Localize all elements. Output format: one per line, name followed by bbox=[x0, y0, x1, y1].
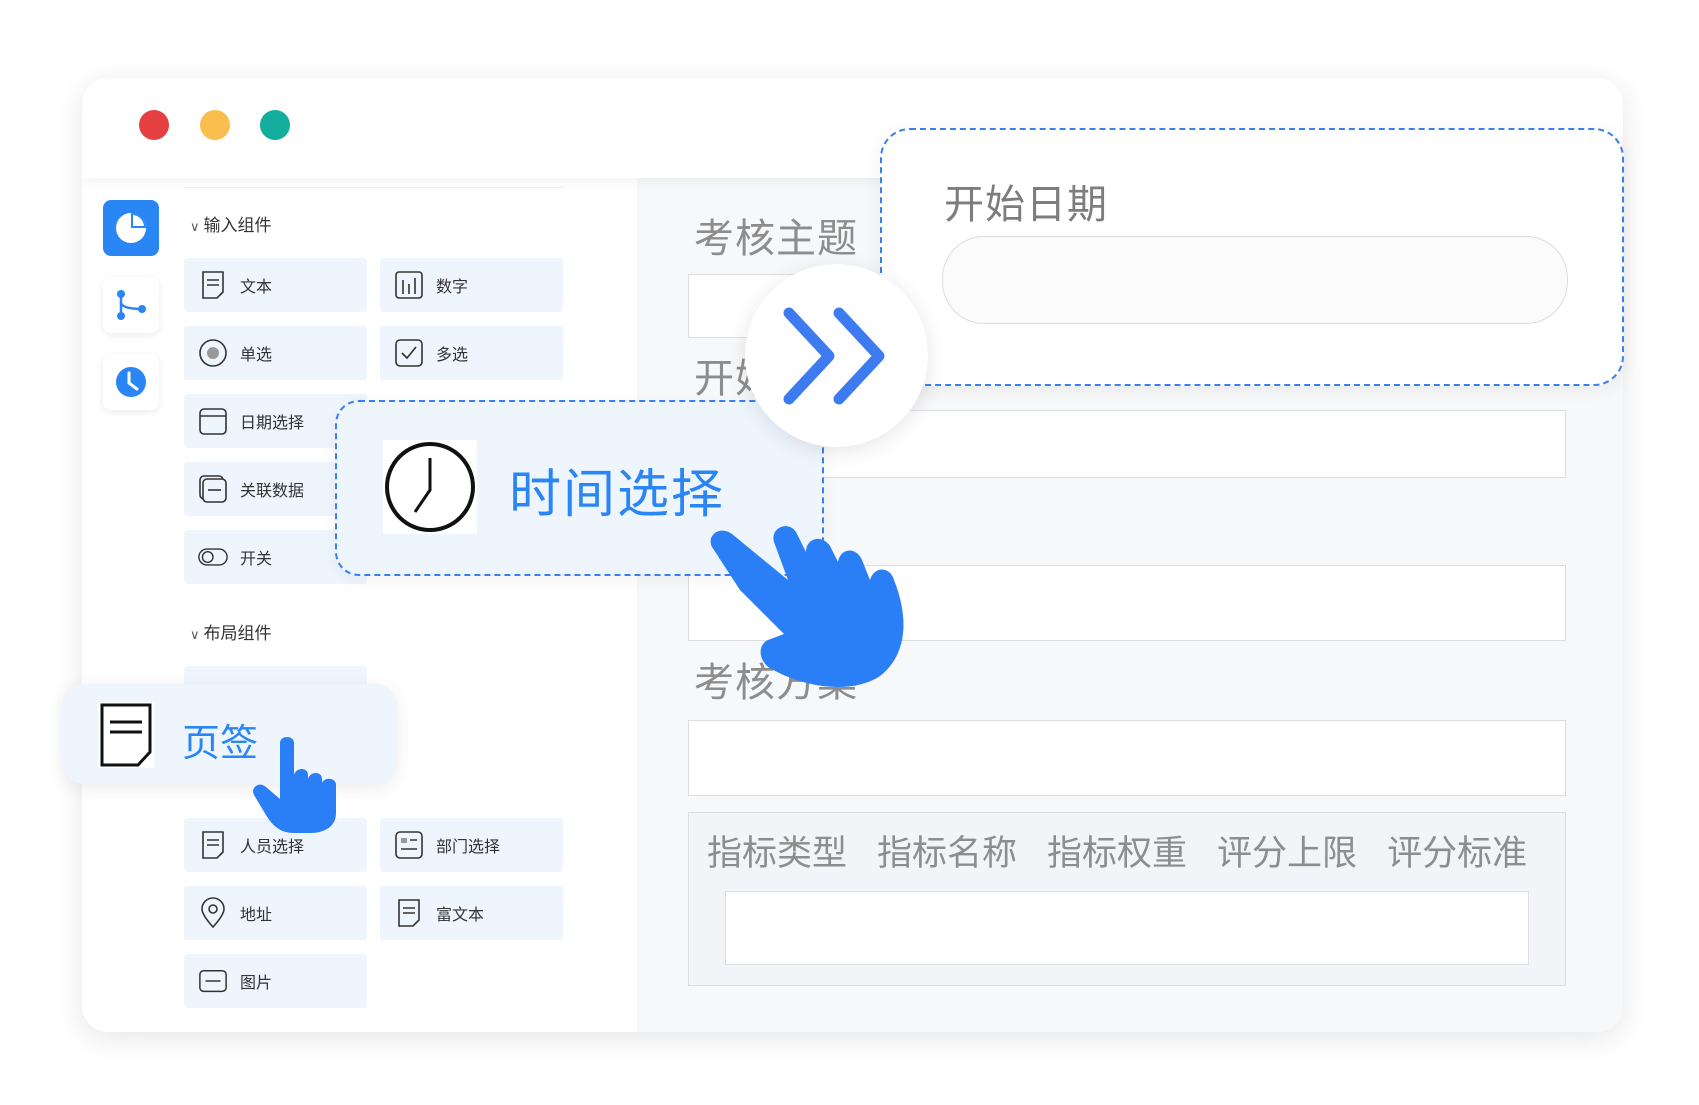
component-label: 富文本 bbox=[436, 905, 485, 924]
component-label: 开关 bbox=[240, 549, 273, 568]
section-layout-components[interactable]: ∨ 布局组件 bbox=[190, 619, 272, 644]
table-header-row: 指标类型 指标名称 指标权重 评分上限 评分标准 bbox=[707, 825, 1527, 876]
checkbox-icon bbox=[394, 338, 424, 368]
document-icon bbox=[98, 702, 154, 768]
table-header-cell: 评分上限 bbox=[1217, 834, 1358, 874]
component-label: 地址 bbox=[240, 905, 273, 924]
tab-component-label: 页签 bbox=[182, 721, 259, 765]
table-header-cell: 指标名称 bbox=[877, 834, 1018, 874]
component-label: 多选 bbox=[436, 345, 469, 364]
component-label: 部门选择 bbox=[436, 837, 501, 856]
transform-arrow-badge bbox=[745, 264, 928, 447]
panel-divider bbox=[184, 187, 564, 188]
field-input-plan[interactable] bbox=[688, 720, 1566, 796]
bar-number-icon bbox=[394, 270, 424, 300]
component-label: 文本 bbox=[240, 277, 273, 296]
start-date-input[interactable] bbox=[942, 236, 1568, 324]
document-icon bbox=[198, 270, 228, 300]
document-icon bbox=[198, 830, 228, 860]
clock-icon bbox=[116, 367, 146, 397]
time-select-label: 时间选择 bbox=[509, 465, 726, 525]
component-label: 图片 bbox=[240, 973, 273, 992]
component-number[interactable]: 数字 bbox=[380, 258, 563, 312]
component-radio[interactable]: 单选 bbox=[184, 326, 367, 380]
component-text[interactable]: 文本 bbox=[184, 258, 367, 312]
field-label-subject: 考核主题 bbox=[694, 216, 858, 262]
hand-pointer-icon bbox=[710, 526, 904, 688]
chevron-down-icon: ∨ bbox=[190, 220, 200, 235]
component-department-select[interactable]: 部门选择 bbox=[380, 818, 563, 872]
rail-item-clock[interactable] bbox=[103, 354, 159, 410]
component-checkbox[interactable]: 多选 bbox=[380, 326, 563, 380]
indicator-table: 指标类型 指标名称 指标权重 评分上限 评分标准 bbox=[688, 812, 1566, 986]
pie-chart-icon bbox=[116, 213, 146, 243]
rail-item-flow[interactable] bbox=[103, 277, 159, 333]
document-icon bbox=[394, 898, 424, 928]
table-input-row[interactable] bbox=[725, 891, 1529, 965]
start-date-card[interactable]: 开始日期 bbox=[880, 128, 1624, 386]
table-header-cell: 指标权重 bbox=[1047, 834, 1188, 874]
section-input-label: 输入组件 bbox=[203, 216, 272, 236]
section-layout-label: 布局组件 bbox=[203, 624, 272, 644]
table-header-cell: 评分标准 bbox=[1387, 834, 1528, 874]
section-input-components[interactable]: ∨ 输入组件 bbox=[190, 211, 272, 236]
component-address[interactable]: 地址 bbox=[184, 886, 367, 940]
radio-icon bbox=[198, 338, 228, 368]
chevron-down-icon: ∨ bbox=[190, 628, 200, 643]
minimize-dot[interactable] bbox=[200, 110, 230, 140]
toggle-icon bbox=[198, 542, 228, 572]
linked-cards-icon bbox=[198, 474, 228, 504]
department-icon bbox=[394, 830, 424, 860]
image-icon bbox=[198, 966, 228, 996]
location-pin-icon bbox=[198, 897, 228, 929]
component-label: 日期选择 bbox=[240, 413, 305, 432]
component-label: 单选 bbox=[240, 345, 273, 364]
calendar-icon bbox=[198, 406, 228, 436]
maximize-dot[interactable] bbox=[260, 110, 290, 140]
hand-pointer-icon bbox=[253, 737, 336, 833]
component-rich-text[interactable]: 富文本 bbox=[380, 886, 563, 940]
rail-item-chart[interactable] bbox=[103, 200, 159, 256]
component-label: 关联数据 bbox=[240, 481, 305, 500]
component-label: 人员选择 bbox=[240, 837, 305, 856]
start-date-title: 开始日期 bbox=[944, 182, 1108, 228]
table-header-cell: 指标类型 bbox=[707, 834, 848, 874]
clock-icon bbox=[383, 440, 477, 534]
flow-branch-icon bbox=[117, 290, 146, 320]
double-chevron-right-icon bbox=[783, 307, 884, 404]
close-dot[interactable] bbox=[139, 110, 169, 140]
component-label: 数字 bbox=[436, 277, 469, 296]
component-image[interactable]: 图片 bbox=[184, 954, 367, 1008]
